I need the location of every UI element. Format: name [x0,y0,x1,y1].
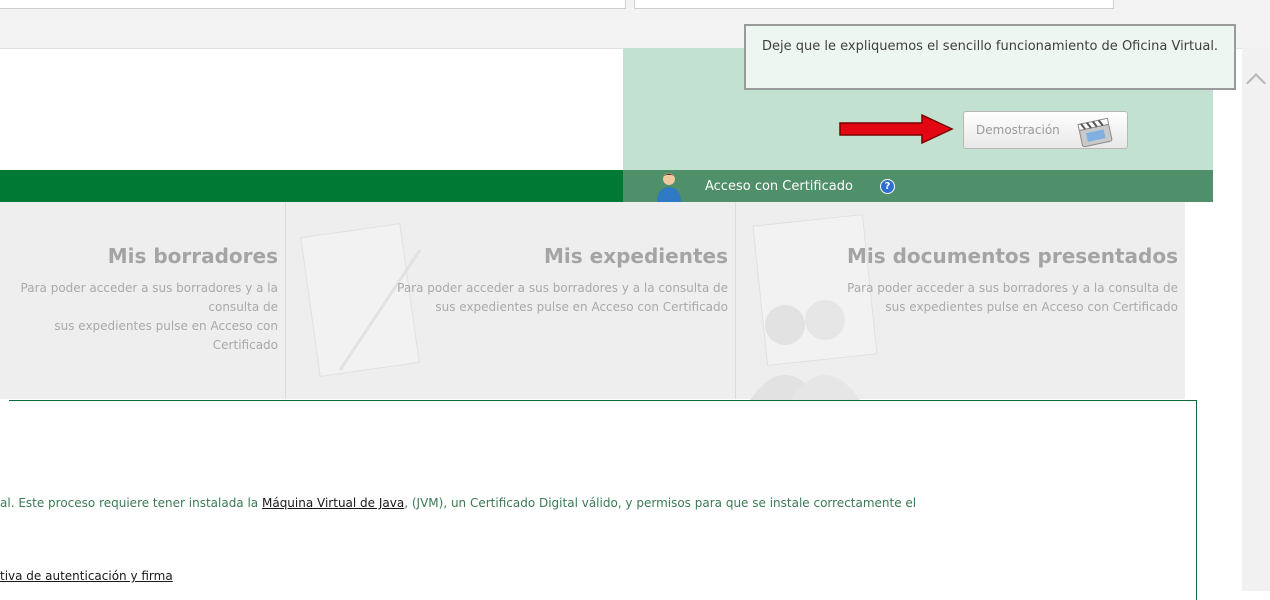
info-paragraph: al. Este proceso requiere tener instalad… [0,496,916,510]
question-icon[interactable]: ? [880,179,895,194]
top-input-field-left[interactable] [0,0,626,9]
card-title: Mis expedientes [544,244,728,268]
card-description: Para poder acceder a sus borradores y a … [847,279,1178,317]
demo-button-label: Demostración [976,123,1060,137]
card-desc-line: Para poder acceder a sus borradores y a … [847,281,1178,295]
tooltip-text: Deje que le expliquemos el sencillo func… [762,39,1219,54]
demo-tooltip: Deje que le expliquemos el sencillo func… [744,24,1236,90]
card-desc-line: Para poder acceder a sus borradores y a … [397,281,728,295]
access-certificate-link[interactable]: Acceso con Certificado [705,179,853,194]
green-nav-bar [0,170,623,202]
card-description: Para poder acceder a sus borradores y a … [397,279,728,317]
card-description: Para poder acceder a sus borradores y a … [0,279,278,355]
card-mis-borradores[interactable]: Mis borradores Para poder acceder a sus … [0,202,278,399]
card-divider [735,202,736,399]
info-text: al. Este proceso requiere tener instalad… [0,496,262,510]
demo-button[interactable]: Demostración [963,111,1128,149]
card-mis-expedientes[interactable]: Mis expedientes Para poder acceder a sus… [290,202,728,399]
card-desc-line: sus expedientes pulse en Acceso con Cert… [54,319,278,352]
info-text: , (JVM), un Certificado Digital válido, … [404,496,917,510]
card-mis-documentos-presentados[interactable]: Mis documentos presentados Para poder ac… [740,202,1178,399]
cards-row: Mis borradores Para poder acceder a sus … [0,202,1185,400]
card-title: Mis borradores [107,244,278,268]
card-desc-line: sus expedientes pulse en Acceso con Cert… [435,300,728,314]
top-input-field-right[interactable] [634,0,1114,9]
card-title: Mis documentos presentados [846,244,1178,268]
card-desc-line: sus expedientes pulse en Acceso con Cert… [885,300,1178,314]
cards-side-gap [1185,202,1213,399]
card-desc-line: Para poder acceder a sus borradores y a … [20,281,278,314]
red-arrow-icon [839,113,954,145]
card-divider [285,202,286,399]
film-clapper-icon [1077,117,1113,147]
authentication-signing-link[interactable]: tiva de autenticación y firma [0,569,173,583]
vertical-scrollbar[interactable] [1242,48,1270,591]
user-avatar-icon [657,173,681,202]
java-vm-link[interactable]: Máquina Virtual de Java [262,496,404,510]
